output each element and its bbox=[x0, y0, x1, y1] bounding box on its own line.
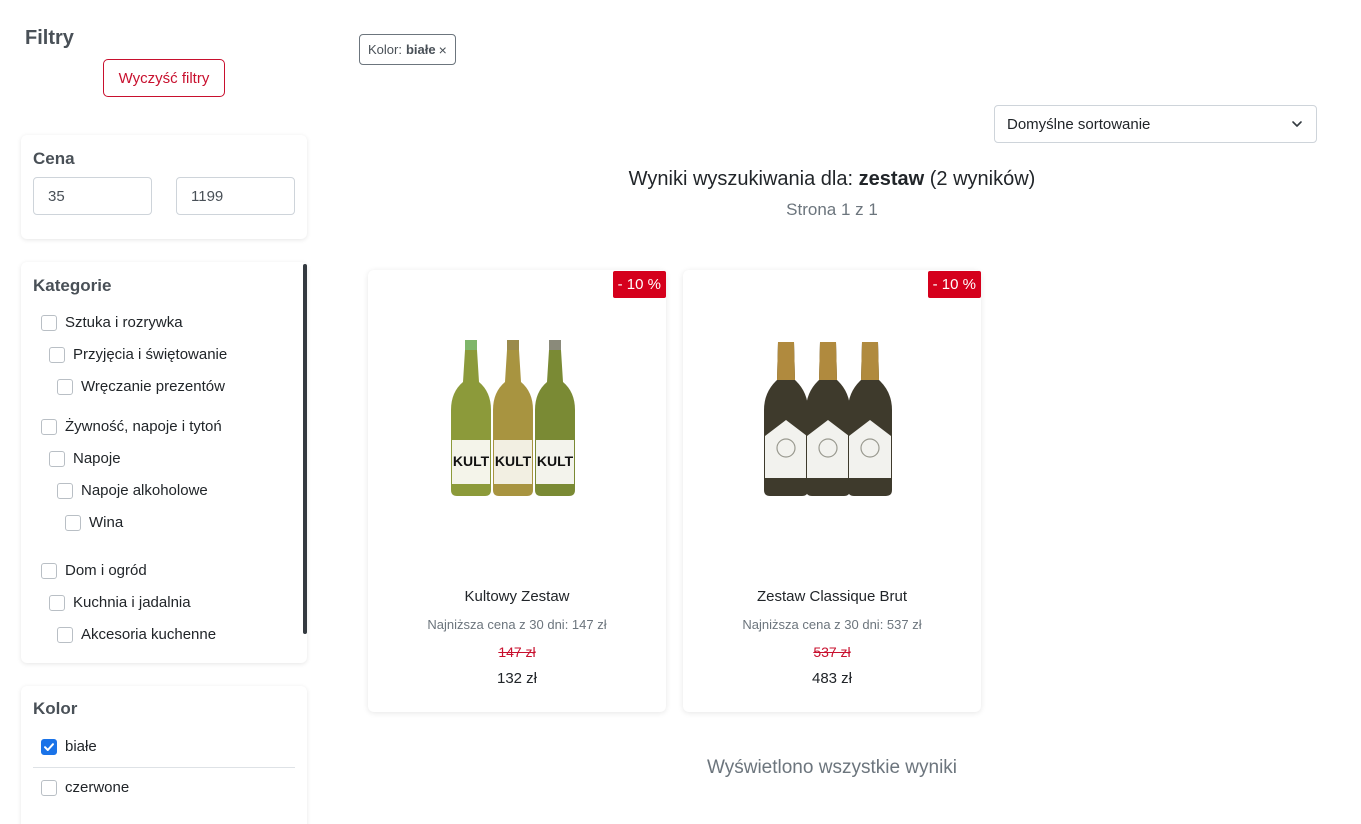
active-filter-chip[interactable]: Kolor: białe × bbox=[359, 34, 456, 65]
category-label: Żywność, napoje i tytoń bbox=[65, 418, 222, 435]
checkbox[interactable] bbox=[65, 514, 81, 531]
product-card[interactable]: - 10 % KULT KULT KULT Kultowy Zestaw Naj… bbox=[368, 270, 666, 712]
sort-selected: Domyślne sortowanie bbox=[1007, 115, 1151, 133]
discount-badge: - 10 % bbox=[612, 271, 666, 298]
chip-label: Kolor: bbox=[368, 42, 402, 57]
category-scrollbar[interactable] bbox=[303, 264, 307, 634]
filters-title: Filtry bbox=[25, 27, 74, 49]
checkbox[interactable] bbox=[49, 450, 65, 467]
lowest-price: Najniższa cena z 30 dni: 537 zł bbox=[742, 617, 922, 632]
price-filter-title: Cena bbox=[33, 149, 75, 168]
category-item[interactable]: Sztuka i rozrywka bbox=[41, 314, 183, 331]
category-item[interactable]: Dom i ogród bbox=[41, 562, 147, 579]
new-price: 483 zł bbox=[811, 670, 853, 687]
old-price: 147 zł bbox=[498, 644, 536, 660]
checkbox[interactable] bbox=[57, 378, 73, 395]
category-item[interactable]: Akcesoria kuchenne bbox=[57, 626, 216, 643]
product-name[interactable]: Zestaw Classique Brut bbox=[683, 588, 981, 605]
checkbox[interactable] bbox=[57, 626, 73, 643]
category-label: Kuchnia i jadalnia bbox=[73, 594, 191, 611]
discount-badge: - 10 % bbox=[927, 271, 981, 298]
category-label: Akcesoria kuchenne bbox=[81, 626, 217, 643]
chevron-down-icon bbox=[1292, 121, 1302, 127]
all-results-shown-note: Wyświetlono wszystkie wyniki bbox=[706, 757, 958, 778]
category-label: Przyjęcia i świętowanie bbox=[73, 346, 228, 363]
color-option-red[interactable]: czerwone bbox=[41, 779, 129, 796]
checkmark-icon bbox=[44, 742, 54, 751]
svg-text:KULT: KULT bbox=[453, 453, 490, 469]
color-option-white[interactable]: białe bbox=[41, 738, 97, 755]
close-icon[interactable]: × bbox=[439, 42, 447, 58]
product-name[interactable]: Kultowy Zestaw bbox=[368, 588, 666, 605]
category-filter-title: Kategorie bbox=[33, 276, 112, 295]
lowest-price: Najniższa cena z 30 dni: 147 zł bbox=[427, 617, 607, 632]
checkbox[interactable] bbox=[57, 482, 73, 499]
checkbox-checked[interactable] bbox=[41, 738, 57, 755]
color-filter-card: Kolor białe czerwone bbox=[21, 686, 307, 824]
results-query: zestaw bbox=[858, 168, 925, 190]
checkbox[interactable] bbox=[41, 418, 57, 435]
checkbox[interactable] bbox=[41, 779, 57, 796]
category-item[interactable]: Żywność, napoje i tytoń bbox=[41, 418, 222, 435]
chip-value: białe bbox=[405, 42, 436, 57]
color-label: czerwone bbox=[65, 779, 130, 796]
category-item[interactable]: Napoje alkoholowe bbox=[57, 482, 208, 499]
checkbox[interactable] bbox=[41, 314, 57, 331]
category-item[interactable]: Napoje bbox=[49, 450, 121, 467]
old-price: 537 zł bbox=[813, 644, 851, 660]
results-heading: Wyniki wyszukiwania dla: zestaw (2 wynik… bbox=[0, 168, 1361, 191]
svg-text:KULT: KULT bbox=[495, 453, 532, 469]
checkbox[interactable] bbox=[49, 346, 65, 363]
svg-text:KULT: KULT bbox=[537, 453, 574, 469]
category-item[interactable]: Wręczanie prezentów bbox=[57, 378, 225, 395]
category-filter-card: Kategorie Sztuka i rozrywka Przyjęcia i … bbox=[21, 262, 307, 663]
category-label: Napoje bbox=[73, 450, 121, 467]
category-label: Napoje alkoholowe bbox=[81, 482, 208, 499]
category-label: Dom i ogród bbox=[65, 562, 147, 579]
clear-filters-button[interactable]: Wyczyść filtry bbox=[103, 59, 225, 97]
page-info: Strona 1 z 1 bbox=[786, 200, 878, 219]
category-label: Wręczanie prezentów bbox=[81, 378, 225, 395]
product-card[interactable]: - 10 % Zestaw Classique Brut Najniższa c… bbox=[683, 270, 981, 712]
results-count: (2 wyników) bbox=[929, 168, 1036, 190]
checkbox[interactable] bbox=[49, 594, 65, 611]
product-image[interactable] bbox=[758, 340, 906, 500]
category-item[interactable]: Wina bbox=[65, 514, 123, 531]
color-filter-title: Kolor bbox=[33, 699, 78, 718]
checkbox[interactable] bbox=[41, 562, 57, 579]
category-label: Wina bbox=[89, 514, 124, 531]
category-item[interactable]: Przyjęcia i świętowanie bbox=[49, 346, 227, 363]
color-label: białe bbox=[65, 738, 97, 755]
new-price: 132 zł bbox=[496, 670, 538, 687]
category-item[interactable]: Kuchnia i jadalnia bbox=[49, 594, 191, 611]
product-image[interactable]: KULT KULT KULT bbox=[443, 340, 591, 500]
results-prefix: Wyniki wyszukiwania dla: bbox=[628, 168, 854, 190]
sort-select[interactable]: Domyślne sortowanie bbox=[994, 105, 1317, 143]
category-label: Sztuka i rozrywka bbox=[65, 314, 183, 331]
